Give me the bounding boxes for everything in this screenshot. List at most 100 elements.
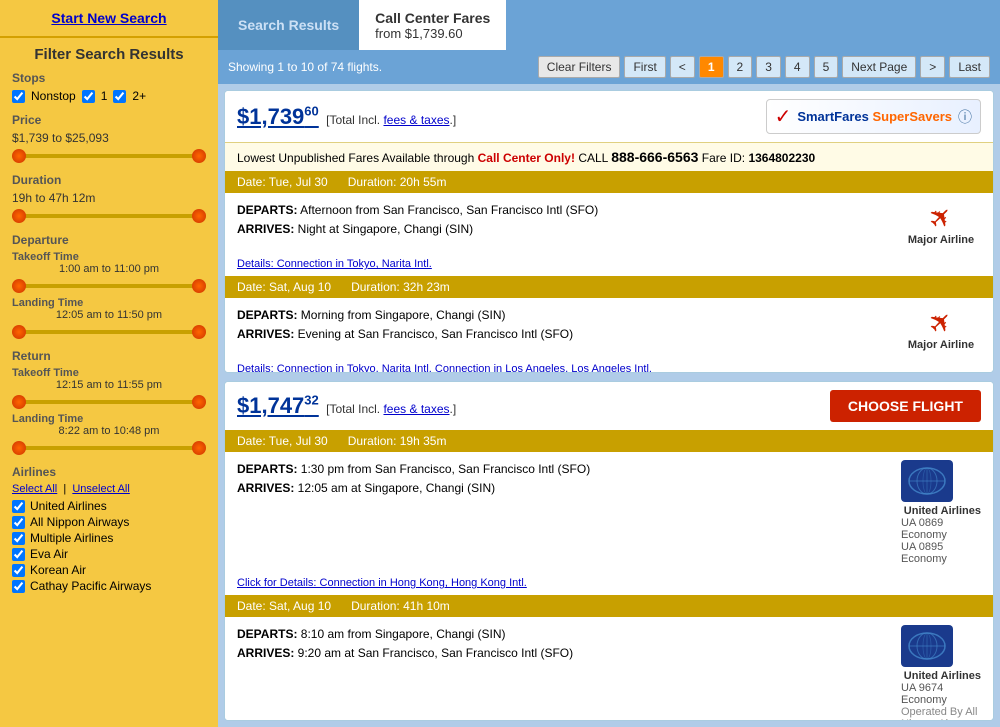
- f2-leg-2-info: DEPARTS: 8:10 am from Singapore, Changi …: [237, 625, 891, 663]
- prev-btn[interactable]: <: [670, 56, 695, 78]
- flight-2-leg-2-date: Date: Sat, Aug 10 Duration: 41h 10m: [225, 595, 993, 617]
- tab-search-results[interactable]: Search Results: [218, 0, 359, 50]
- return-takeoff-slider[interactable]: [12, 395, 206, 409]
- select-all-link[interactable]: Select All: [12, 483, 57, 495]
- return-takeoff-label: Takeoff Time: [12, 367, 206, 379]
- one-stop-checkbox[interactable]: [82, 90, 95, 103]
- flight-card-1: $1,73960 [Total Incl. fees & taxes.] ✓ S…: [224, 90, 994, 373]
- phone-number: 888-666-6563: [611, 149, 698, 165]
- leg-2-departs: DEPARTS: Morning from Singapore, Changi …: [237, 306, 891, 325]
- page-2-btn[interactable]: 2: [728, 56, 753, 78]
- one-stop-label: 1: [101, 89, 108, 103]
- return-takeoff-range: 12:15 am to 11:55 pm: [12, 379, 206, 391]
- f2-leg-1-sub-2: UA 0895 Economy: [901, 541, 981, 565]
- airline-row-4: Korean Air: [12, 563, 206, 577]
- smartfares-text: SmartFares SuperSavers: [797, 109, 952, 124]
- duration-label: Duration: [12, 173, 206, 187]
- fees-taxes-link-1[interactable]: fees & taxes: [383, 113, 449, 127]
- flight-1-header: $1,73960 [Total Incl. fees & taxes.] ✓ S…: [225, 91, 993, 142]
- info-icon[interactable]: ⓘ: [958, 107, 972, 127]
- showing-text: Showing 1 to 10 of 74 flights.: [228, 60, 534, 74]
- leg-1-info: DEPARTS: Afternoon from San Francisco, S…: [237, 201, 891, 239]
- flight-leg-2: DEPARTS: Morning from Singapore, Changi …: [237, 306, 981, 351]
- landing-time-label: Landing Time: [12, 297, 206, 309]
- price-slider[interactable]: [12, 149, 206, 163]
- call-only-label: Call Center Only!: [478, 151, 575, 165]
- tab-call-center-subtitle: from $1,739.60: [375, 26, 462, 41]
- flight-1-leg-2-date: Date: Sat, Aug 10 Duration: 32h 23m: [225, 276, 993, 298]
- flight-2-leg-1-date: Date: Tue, Jul 30 Duration: 19h 35m: [225, 430, 993, 452]
- takeoff-slider[interactable]: [12, 279, 206, 293]
- leg-1-connection: Details: Connection in Tokyo, Narita Int…: [225, 254, 993, 276]
- start-new-search-section: Start New Search: [0, 0, 218, 38]
- page-4-btn[interactable]: 4: [785, 56, 810, 78]
- flight-2-price-area: $1,74732 [Total Incl. fees & taxes.]: [237, 393, 456, 419]
- f2-leg-2-airline-name: United Airlines: [901, 670, 981, 682]
- tab-call-center[interactable]: Call Center Fares from $1,739.60: [359, 0, 506, 50]
- landing-slider[interactable]: [12, 325, 206, 339]
- airline-checkbox-2[interactable]: [12, 532, 25, 545]
- leg-1-departs: DEPARTS: Afternoon from San Francisco, S…: [237, 201, 891, 220]
- airline-checkbox-4[interactable]: [12, 564, 25, 577]
- stops-options: Nonstop 1 2+: [12, 89, 206, 103]
- f2-leg-2-arrives: ARRIVES: 9:20 am at San Francisco, San F…: [237, 644, 891, 663]
- next-page-btn[interactable]: Next Page: [842, 56, 916, 78]
- airline-checkbox-5[interactable]: [12, 580, 25, 593]
- page-3-btn[interactable]: 3: [756, 56, 781, 78]
- plane-icon-1: ✈: [921, 198, 961, 238]
- price-label: Price: [12, 113, 206, 127]
- pagination-bar: Showing 1 to 10 of 74 flights. Clear Fil…: [218, 50, 1000, 84]
- airlines-label: Airlines: [12, 465, 206, 479]
- filter-title: Filter Search Results: [12, 46, 206, 63]
- leg-2-date: Date: Sat, Aug 10: [237, 280, 331, 294]
- flight-1-price[interactable]: $1,73960: [237, 104, 319, 129]
- price-range: $1,739 to $25,093: [12, 131, 206, 145]
- two-plus-checkbox[interactable]: [113, 90, 126, 103]
- tab-search-results-label: Search Results: [238, 17, 339, 33]
- f2-leg-1-connection[interactable]: Click for Details: Connection in Hong Ko…: [225, 573, 993, 595]
- airline-label-5: Cathay Pacific Airways: [30, 579, 151, 593]
- airline-checkbox-1[interactable]: [12, 516, 25, 529]
- duration-slider[interactable]: [12, 209, 206, 223]
- first-btn[interactable]: First: [624, 56, 665, 78]
- leg-1-arrives: ARRIVES: Night at Singapore, Changi (SIN…: [237, 220, 891, 239]
- airline-checkbox-0[interactable]: [12, 500, 25, 513]
- flight-2-price[interactable]: $1,74732: [237, 393, 319, 418]
- last-btn[interactable]: Last: [949, 56, 990, 78]
- duration-filter: Duration 19h to 47h 12m: [12, 173, 206, 223]
- leg-2-info: DEPARTS: Morning from Singapore, Changi …: [237, 306, 891, 344]
- united-airlines-logo-1: [901, 460, 953, 502]
- choose-flight-button[interactable]: CHOOSE FLIGHT: [830, 390, 981, 422]
- return-filter: Return Takeoff Time 12:15 am to 11:55 pm…: [12, 349, 206, 455]
- leg-2-airline: ✈ Major Airline: [901, 306, 981, 351]
- flight-card-2: $1,74732 [Total Incl. fees & taxes.] CHO…: [224, 381, 994, 721]
- unselect-all-link[interactable]: Unselect All: [72, 483, 129, 495]
- airline-checkbox-3[interactable]: [12, 548, 25, 561]
- stops-label: Stops: [12, 71, 206, 85]
- flight-2-leg-2: DEPARTS: 8:10 am from Singapore, Changi …: [237, 625, 981, 721]
- return-landing-label: Landing Time: [12, 413, 206, 425]
- clear-filters-btn[interactable]: Clear Filters: [538, 56, 621, 78]
- next-arrow-btn[interactable]: >: [920, 56, 945, 78]
- flight-2-leg-2-details: DEPARTS: 8:10 am from Singapore, Changi …: [225, 617, 993, 721]
- flight-2-header: $1,74732 [Total Incl. fees & taxes.] CHO…: [225, 382, 993, 430]
- main-content: Search Results Call Center Fares from $1…: [218, 0, 1000, 727]
- flight-2-price-note: [Total Incl. fees & taxes.]: [326, 402, 456, 416]
- f2-leg-2-sub-2: Operated By All Nippon Airways: [901, 706, 981, 721]
- departure-filter: Departure Takeoff Time 1:00 am to 11:00 …: [12, 233, 206, 339]
- nonstop-checkbox[interactable]: [12, 90, 25, 103]
- f2-leg-2-airline: United Airlines UA 9674 Economy Operated…: [901, 625, 981, 721]
- leg-2-duration: Duration: 32h 23m: [351, 280, 450, 294]
- flight-1-leg-1-date: Date: Tue, Jul 30 Duration: 20h 55m: [225, 171, 993, 193]
- fees-taxes-link-2[interactable]: fees & taxes: [383, 402, 449, 416]
- page-1-btn[interactable]: 1: [699, 56, 724, 78]
- flight-1-leg-1-details: DEPARTS: Afternoon from San Francisco, S…: [225, 193, 993, 254]
- start-new-search-link[interactable]: Start New Search: [51, 10, 166, 26]
- flight-2-leg-1: DEPARTS: 1:30 pm from San Francisco, San…: [237, 460, 981, 565]
- call-word: CALL: [578, 151, 611, 165]
- airline-row-0: United Airlines: [12, 499, 206, 513]
- airline-label-2: Multiple Airlines: [30, 531, 113, 545]
- return-landing-slider[interactable]: [12, 441, 206, 455]
- page-5-btn[interactable]: 5: [814, 56, 839, 78]
- departure-label: Departure: [12, 233, 206, 247]
